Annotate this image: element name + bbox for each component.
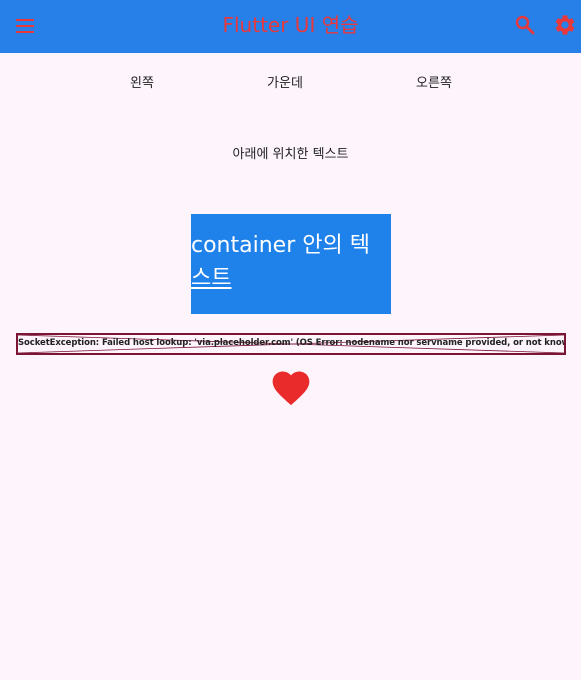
left-text: 왼쪽 bbox=[130, 76, 154, 91]
app-bar: Flutter UI 연습 bbox=[0, 0, 581, 53]
image-error-placeholder: SocketException: Failed host lookup: 'vi… bbox=[16, 333, 566, 355]
container-text-line-2: 스트 bbox=[191, 266, 232, 291]
right-text: 오른쪽 bbox=[416, 76, 452, 91]
image-error-message: SocketException: Failed host lookup: 'vi… bbox=[18, 338, 564, 348]
bottom-positioned-text: 아래에 위치한 텍스트 bbox=[232, 147, 349, 162]
alignment-row: 왼쪽 가운데 오른쪽 bbox=[0, 72, 581, 92]
settings-button[interactable] bbox=[553, 13, 577, 37]
app-title: Flutter UI 연습 bbox=[222, 13, 359, 37]
search-icon bbox=[515, 15, 535, 35]
heart-icon bbox=[272, 371, 310, 406]
container-text-line-1: container 안의 텍 bbox=[191, 233, 370, 258]
search-button[interactable] bbox=[513, 13, 537, 37]
center-text: 가운데 bbox=[267, 76, 303, 91]
text-container: container 안의 텍 스트 bbox=[191, 214, 391, 314]
settings-icon bbox=[555, 15, 575, 35]
